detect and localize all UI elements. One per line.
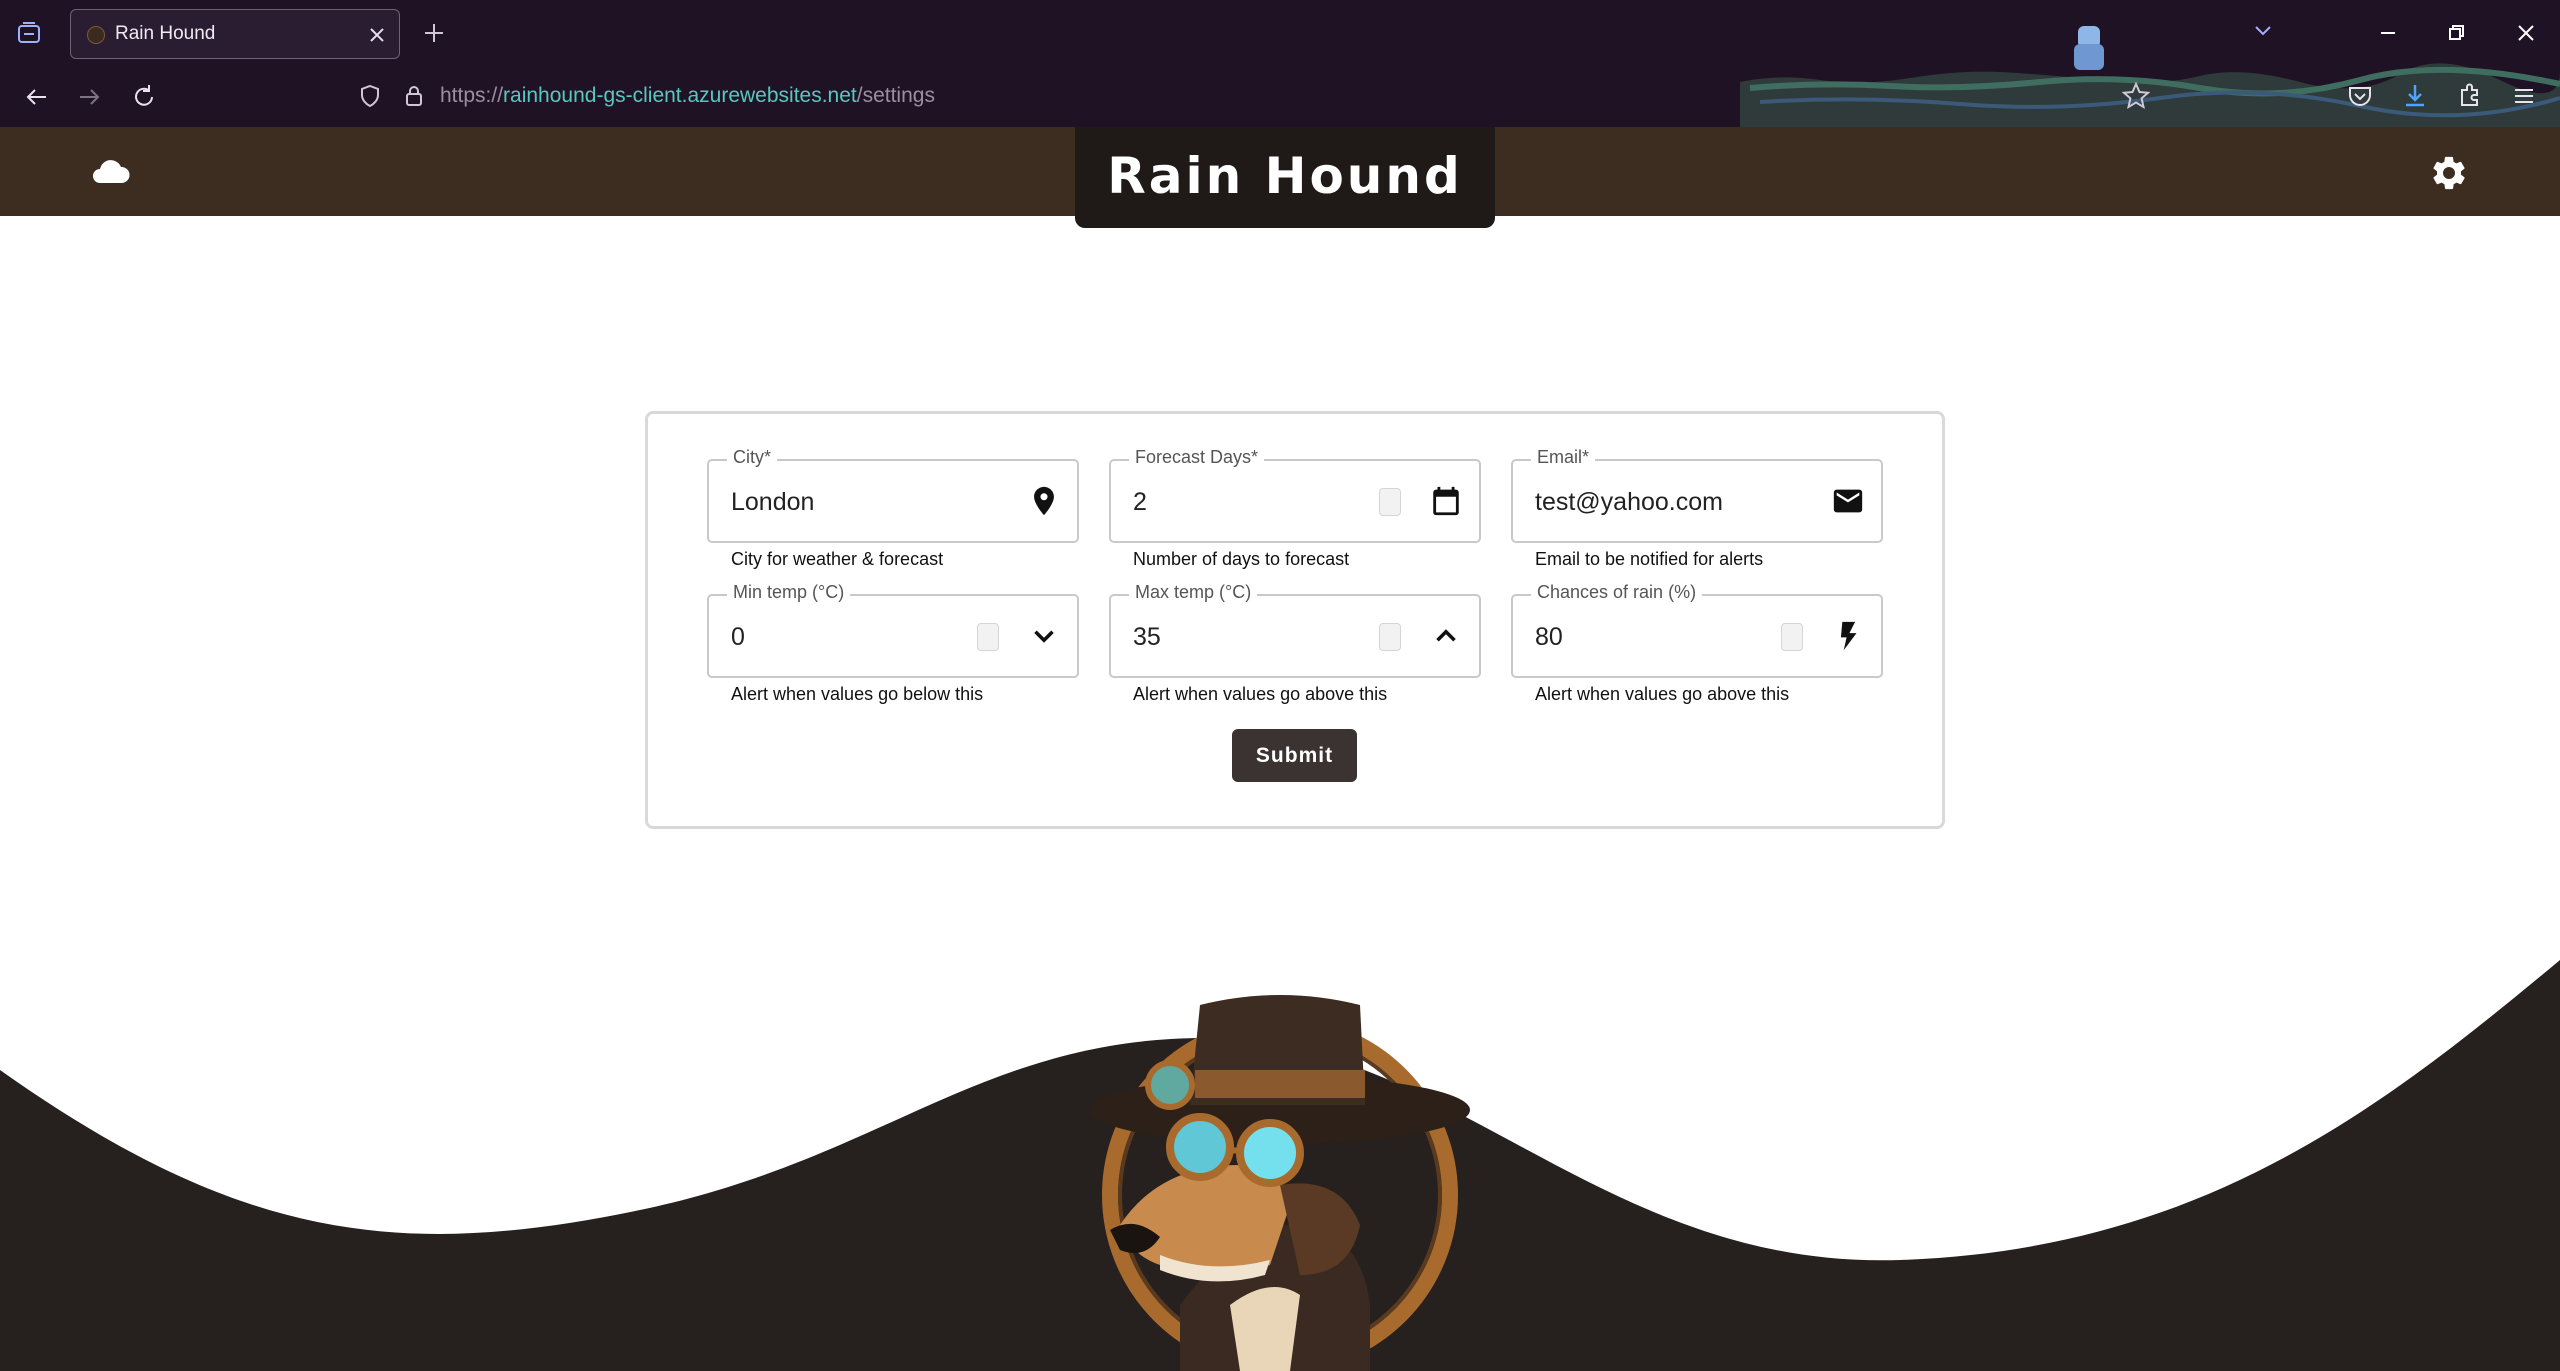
forecast-days-input[interactable]: 2 <box>1133 488 1147 517</box>
brand-title-box: Rain Hound <box>1075 127 1495 228</box>
max-temp-helper-text: Alert when values go above this <box>1133 684 1388 704</box>
rain-chance-field[interactable]: Chances of rain (%) 80 <box>1511 582 1883 678</box>
email-field[interactable]: Email* test@yahoo.com <box>1511 447 1883 543</box>
email-label: Email* <box>1531 447 1596 468</box>
lightning-icon <box>1840 621 1857 651</box>
url-bar[interactable]: https://rainhound-gs-client.azurewebsite… <box>350 78 1730 114</box>
new-tab-icon[interactable] <box>420 19 448 47</box>
tab-strip: Rain Hound <box>0 0 2560 127</box>
forecast-days-field[interactable]: Forecast Days* 2 <box>1109 447 1481 543</box>
max-temp-input[interactable]: 35 <box>1133 623 1161 652</box>
favicon-icon <box>87 26 105 44</box>
max-temp-label: Max temp (°C) <box>1129 582 1258 603</box>
min-temp-field[interactable]: Min temp (°C) 0 <box>707 582 1079 678</box>
calendar-icon <box>1433 486 1459 516</box>
max-temp-field[interactable]: Max temp (°C) 35 <box>1109 582 1481 678</box>
city-field[interactable]: City* London <box>707 447 1079 543</box>
submit-button[interactable]: Submit <box>1232 729 1357 782</box>
city-input[interactable]: London <box>731 488 814 517</box>
forecast-days-label: Forecast Days* <box>1129 447 1265 468</box>
forecast-days-helper-text: Number of days to forecast <box>1133 549 1350 569</box>
rain-chance-helper-text: Alert when values go above this <box>1535 684 1790 704</box>
back-icon[interactable] <box>20 81 52 113</box>
max-temp-stepper[interactable] <box>1379 623 1401 651</box>
minimize-icon[interactable] <box>2371 16 2405 50</box>
tracking-shield-icon[interactable] <box>358 84 382 108</box>
rain-chance-input[interactable]: 80 <box>1535 623 1563 652</box>
close-window-icon[interactable] <box>2509 16 2543 50</box>
email-helper-text: Email to be notified for alerts <box>1535 549 1764 569</box>
menu-icon[interactable] <box>2508 80 2540 112</box>
min-temp-label: Min temp (°C) <box>727 582 851 603</box>
city-helper-text: City for weather & forecast <box>731 549 944 569</box>
tab-title: Rain Hound <box>115 23 216 44</box>
gear-icon[interactable] <box>2429 153 2469 193</box>
list-all-tabs-icon[interactable] <box>2250 18 2276 44</box>
browser-chrome: Rain Hound https://rainhound-gs-client.a… <box>0 0 2560 127</box>
close-tab-icon[interactable] <box>365 23 389 47</box>
cloud-icon[interactable] <box>90 155 132 189</box>
downloads-icon[interactable] <box>2399 80 2431 112</box>
forward-icon[interactable] <box>74 81 106 113</box>
brand-title: Rain Hound <box>1107 147 1463 205</box>
city-label: City* <box>727 447 778 468</box>
rain-chance-label: Chances of rain (%) <box>1531 582 1703 603</box>
steampunk-dog-mascot <box>1090 995 1470 1371</box>
restore-icon[interactable] <box>2439 16 2473 50</box>
min-temp-stepper[interactable] <box>977 623 999 651</box>
lock-icon[interactable] <box>402 84 426 108</box>
chevron-up-icon <box>1436 629 1456 642</box>
tab-list-icon[interactable] <box>14 18 44 48</box>
tab-rain-hound[interactable]: Rain Hound <box>70 9 400 59</box>
email-input[interactable]: test@yahoo.com <box>1535 488 1723 517</box>
mail-icon <box>1833 489 1863 513</box>
url-text[interactable]: https://rainhound-gs-client.azurewebsite… <box>440 84 935 108</box>
extensions-icon[interactable] <box>2454 80 2486 112</box>
location-pin-icon <box>1034 486 1054 516</box>
pocket-icon[interactable] <box>2344 80 2376 112</box>
reload-icon[interactable] <box>128 81 160 113</box>
forecast-days-stepper[interactable] <box>1379 488 1401 516</box>
bookmark-star-icon[interactable] <box>2120 80 2152 112</box>
min-temp-input[interactable]: 0 <box>731 623 745 652</box>
min-temp-helper-text: Alert when values go below this <box>731 684 984 704</box>
rain-chance-stepper[interactable] <box>1781 623 1803 651</box>
chevron-down-icon <box>1034 630 1054 643</box>
